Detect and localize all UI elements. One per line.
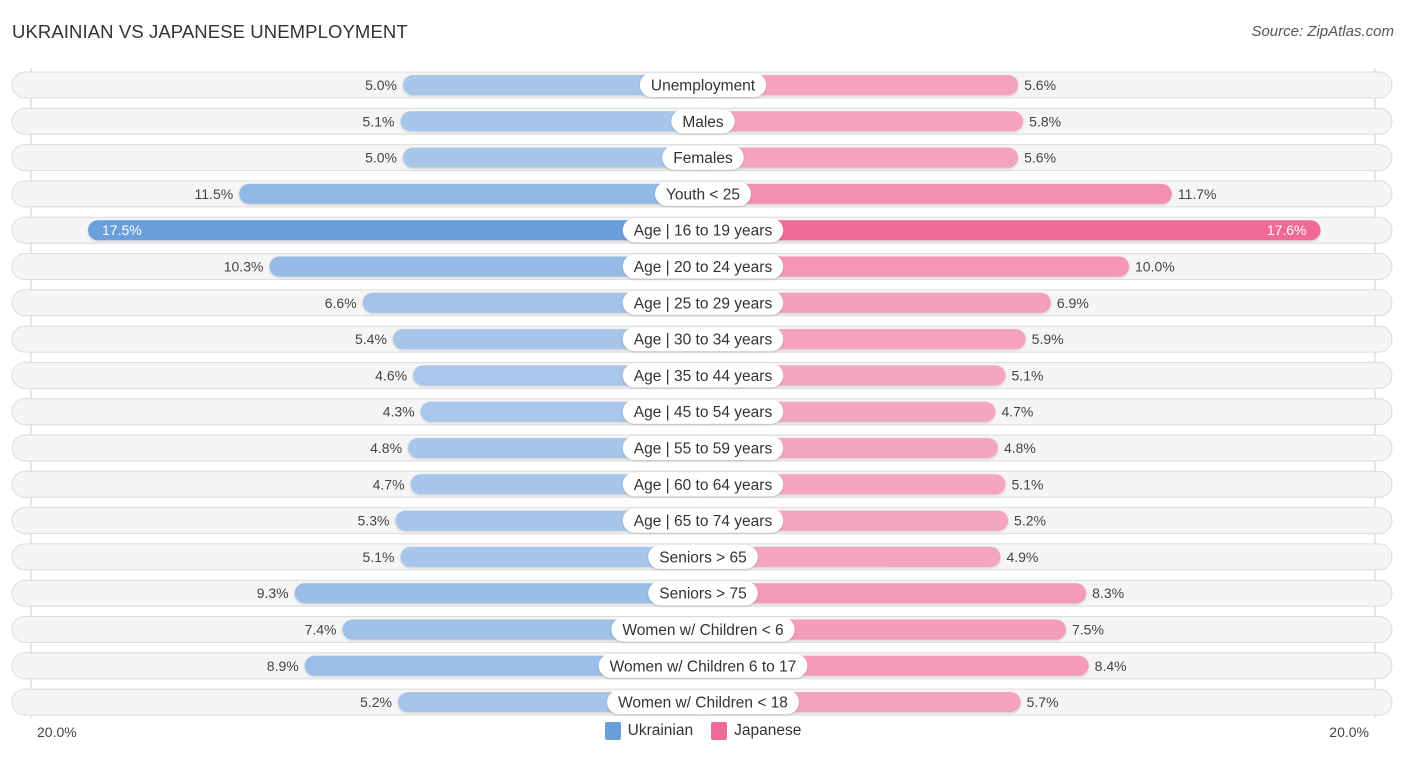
value-label-ukrainian: 17.5% (102, 222, 142, 238)
value-label-ukrainian: 5.0% (365, 150, 397, 166)
diverging-bar-chart: 5.0% 5.6% Unemployment 5.1% 5.8% Males 5.0% 5.6… (11, 68, 1393, 718)
legend-item-ukrainian[interactable]: Ukrainian (604, 722, 694, 740)
chart-row: 4.7% 5.1% Age | 60 to 64 years (11, 470, 1393, 498)
category-label: Age | 35 to 44 years (634, 368, 773, 385)
bar-japanese (703, 183, 1172, 204)
value-label-japanese: 8.3% (1092, 585, 1124, 601)
value-label-ukrainian: 4.3% (383, 404, 415, 420)
value-label-japanese: 5.6% (1024, 77, 1056, 93)
value-label-ukrainian: 5.1% (363, 113, 395, 129)
category-label: Males (682, 114, 724, 131)
value-label-japanese: 5.1% (1012, 476, 1044, 492)
chart-row: 5.3% 5.2% Age | 65 to 74 years (11, 507, 1393, 535)
category-label: Age | 25 to 29 years (634, 295, 773, 312)
value-label-ukrainian: 6.6% (325, 295, 357, 311)
chart-row: 5.1% 4.9% Seniors > 65 (11, 543, 1393, 571)
category-label: Age | 30 to 34 years (634, 332, 773, 349)
value-label-ukrainian: 7.4% (305, 622, 337, 638)
category-label: Women w/ Children < 18 (618, 695, 788, 712)
value-label-ukrainian: 11.5% (195, 186, 234, 202)
category-label: Age | 55 to 59 years (634, 441, 773, 458)
legend-label-ukrainian: Ukrainian (627, 722, 694, 739)
chart-row: 6.6% 6.9% Age | 25 to 29 years (11, 289, 1393, 317)
value-label-ukrainian: 4.6% (375, 367, 407, 383)
value-label-japanese: 5.1% (1012, 367, 1044, 383)
category-label: Age | 45 to 54 years (634, 404, 773, 421)
chart-row: 5.0% 5.6% Unemployment (11, 71, 1393, 99)
bar-ukrainian (88, 220, 703, 241)
value-label-ukrainian: 5.3% (358, 513, 390, 529)
bar-ukrainian (400, 111, 703, 132)
value-label-japanese: 4.9% (1006, 549, 1038, 565)
bar-japanese (703, 147, 1019, 168)
bar-japanese (703, 111, 1024, 132)
chart-row: 5.2% 5.7% Women w/ Children < 18 (11, 688, 1393, 716)
legend: Ukrainian Japanese (0, 722, 1406, 740)
value-label-japanese: 4.7% (1001, 404, 1033, 420)
value-label-ukrainian: 5.2% (360, 694, 392, 710)
chart-row: 5.4% 5.9% Age | 30 to 34 years (11, 325, 1393, 353)
value-label-ukrainian: 4.7% (373, 476, 405, 492)
value-label-ukrainian: 10.3% (224, 259, 264, 275)
chart-row: 17.5% 17.6% Age | 16 to 19 years (11, 216, 1393, 244)
value-label-japanese: 4.8% (1004, 440, 1036, 456)
chart-row: 7.4% 7.5% Women w/ Children < 6 (11, 616, 1393, 643)
value-label-japanese: 8.4% (1095, 658, 1127, 674)
chart-row: 4.6% 5.1% Age | 35 to 44 years (11, 361, 1393, 389)
category-label: Women w/ Children 6 to 17 (610, 658, 797, 675)
category-label: Age | 65 to 74 years (634, 513, 773, 530)
legend-label-japanese: Japanese (734, 722, 802, 739)
legend-swatch-ukrainian (604, 722, 621, 740)
legend-swatch-japanese (711, 722, 728, 740)
value-label-japanese: 7.5% (1072, 622, 1104, 638)
category-label: Age | 20 to 24 years (634, 259, 773, 276)
chart-row: 4.3% 4.7% Age | 45 to 54 years (11, 398, 1393, 426)
chart-row: 9.3% 8.3% Seniors > 75 (11, 579, 1393, 607)
bar-ukrainian (294, 583, 703, 604)
value-label-japanese: 5.2% (1014, 513, 1046, 529)
bar-japanese (703, 583, 1087, 604)
chart-row: 5.1% 5.8% Males (11, 107, 1393, 135)
value-label-ukrainian: 8.9% (267, 658, 299, 674)
value-label-japanese: 11.7% (1178, 186, 1217, 202)
chart-row: 4.8% 4.8% Age | 55 to 59 years (11, 434, 1393, 462)
chart-row: 5.0% 5.6% Females (11, 144, 1393, 172)
category-label: Youth < 25 (666, 186, 740, 203)
category-label: Age | 16 to 19 years (634, 223, 773, 240)
value-label-ukrainian: 5.0% (365, 77, 397, 93)
bar-ukrainian (239, 183, 703, 204)
category-label: Women w/ Children < 6 (622, 622, 783, 639)
bar-japanese (703, 220, 1321, 241)
category-label: Seniors > 75 (659, 586, 746, 603)
value-label-ukrainian: 4.8% (370, 440, 402, 456)
value-label-japanese: 5.9% (1032, 331, 1064, 347)
value-label-ukrainian: 9.3% (257, 585, 289, 601)
chart-row: 8.9% 8.4% Women w/ Children 6 to 17 (11, 652, 1393, 680)
value-label-japanese: 5.8% (1029, 113, 1061, 129)
category-label: Seniors > 65 (659, 549, 746, 566)
value-label-japanese: 5.7% (1027, 694, 1059, 710)
value-label-japanese: 17.6% (1267, 222, 1307, 238)
legend-item-japanese[interactable]: Japanese (711, 722, 801, 740)
chart-row: 10.3% 10.0% Age | 20 to 24 years (11, 253, 1393, 280)
category-label: Females (673, 150, 733, 167)
value-label-japanese: 6.9% (1057, 295, 1089, 311)
value-label-japanese: 10.0% (1135, 259, 1175, 275)
value-label-ukrainian: 5.1% (363, 549, 395, 565)
category-label: Unemployment (651, 78, 756, 95)
value-label-ukrainian: 5.4% (355, 331, 387, 347)
value-label-japanese: 5.6% (1024, 150, 1056, 166)
bar-ukrainian (403, 147, 703, 168)
category-label: Age | 60 to 64 years (634, 477, 773, 494)
chart-row: 11.5% 11.7% Youth < 25 (11, 180, 1393, 208)
